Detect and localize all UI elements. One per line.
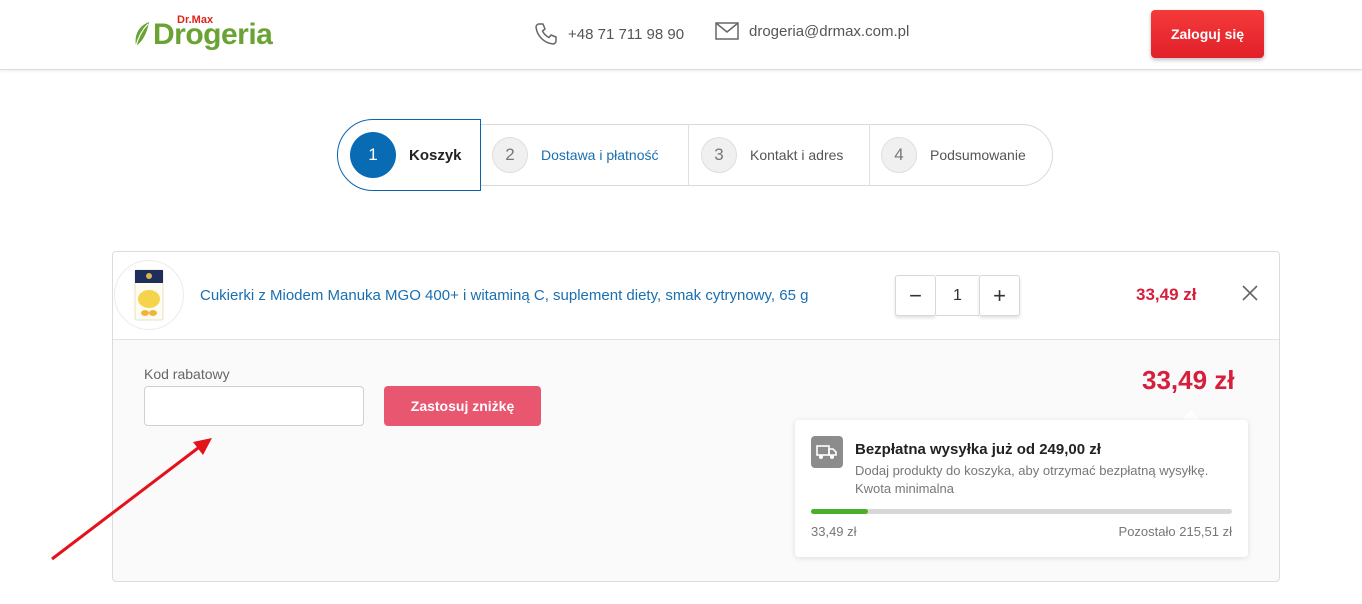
free-shipping-box: Bezpłatna wysyłka już od 249,00 zł Dodaj… xyxy=(795,420,1248,557)
phone-icon xyxy=(535,23,557,45)
step-label: Dostawa i płatność xyxy=(541,147,659,163)
product-name-link[interactable]: Cukierki z Miodem Manuka MGO 400+ i wita… xyxy=(200,287,808,304)
free-shipping-title: Bezpłatna wysyłka już od 249,00 zł xyxy=(855,441,1101,458)
email-contact[interactable]: drogeria@drmax.com.pl xyxy=(715,22,909,40)
quantity-stepper: − + xyxy=(895,275,1020,316)
apply-discount-button[interactable]: Zastosuj zniżkę xyxy=(384,386,541,426)
leaf-icon xyxy=(135,22,149,47)
red-arrow-annotation xyxy=(51,438,212,561)
quantity-input[interactable] xyxy=(936,275,979,316)
step-label: Koszyk xyxy=(409,146,462,164)
logo-brand: Dr.Max xyxy=(177,14,214,26)
truck-icon xyxy=(811,436,843,468)
shipping-progress-bar xyxy=(811,509,1232,514)
phone-number: +48 71 711 98 90 xyxy=(568,25,685,43)
product-image[interactable] xyxy=(114,260,184,330)
checkout-steps: 1 Koszyk 2 Dostawa i płatność 3 Kontakt … xyxy=(337,119,1053,191)
step-number: 1 xyxy=(350,132,396,178)
login-button[interactable]: Zaloguj się xyxy=(1151,10,1264,58)
logo-text: Dr.Max Drogeria xyxy=(153,14,273,52)
step-summary[interactable]: 4 Podsumowanie xyxy=(881,124,1026,186)
product-package-icon xyxy=(134,269,164,321)
step-label: Podsumowanie xyxy=(930,147,1026,163)
discount-code-label: Kod rabatowy xyxy=(144,366,230,382)
step-contact-address[interactable]: 3 Kontakt i adres xyxy=(701,124,843,186)
step-label: Kontakt i adres xyxy=(750,147,844,163)
step-divider xyxy=(688,124,689,186)
free-shipping-description: Dodaj produkty do koszyka, aby otrzymać … xyxy=(855,463,1209,496)
site-header: Dr.Max Drogeria +48 71 711 98 90 drogeri… xyxy=(0,0,1362,70)
discount-code-input[interactable] xyxy=(144,386,364,426)
step-number: 3 xyxy=(701,137,737,173)
envelope-icon xyxy=(715,22,739,40)
decrease-quantity-button[interactable]: − xyxy=(895,275,936,316)
increase-quantity-button[interactable]: + xyxy=(979,275,1020,316)
step-delivery-payment[interactable]: 2 Dostawa i płatność xyxy=(492,124,659,186)
step-divider xyxy=(869,124,870,186)
phone-contact[interactable]: +48 71 711 98 90 xyxy=(534,22,684,46)
shipping-current-amount: 33,49 zł xyxy=(811,524,857,539)
cart-panel: Cukierki z Miodem Manuka MGO 400+ i wita… xyxy=(112,251,1280,582)
logo[interactable]: Dr.Max Drogeria xyxy=(133,12,273,52)
cart-total: 33,49 zł xyxy=(1142,365,1235,395)
close-icon[interactable] xyxy=(1239,282,1261,304)
step-number: 2 xyxy=(492,137,528,173)
email-address: drogeria@drmax.com.pl xyxy=(749,22,910,40)
item-price: 33,49 zł xyxy=(1136,285,1197,304)
step-cart[interactable]: 1 Koszyk xyxy=(337,119,481,191)
shipping-remaining-amount: Pozostało 215,51 zł xyxy=(1118,524,1232,539)
step-number: 4 xyxy=(881,137,917,173)
shipping-progress-fill xyxy=(811,509,868,514)
cart-item-row: Cukierki z Miodem Manuka MGO 400+ i wita… xyxy=(113,252,1279,340)
